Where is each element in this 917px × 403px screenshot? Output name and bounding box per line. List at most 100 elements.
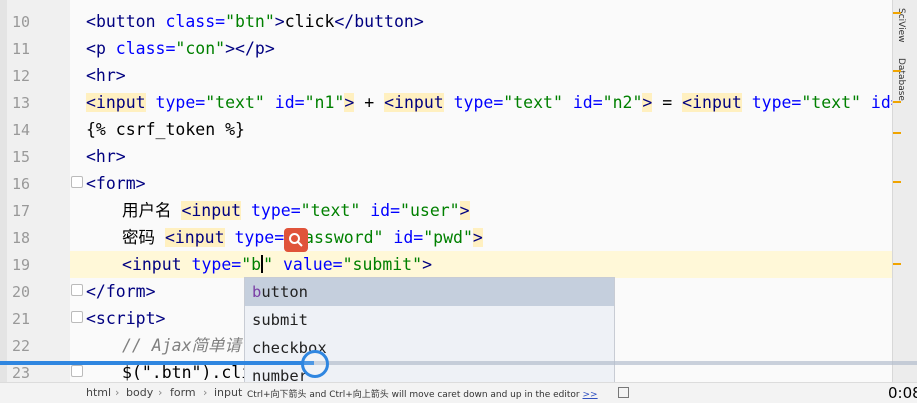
line-number: 15 xyxy=(12,148,31,166)
bracket: < xyxy=(384,93,395,112)
video-timestamp: 0:08 xyxy=(888,384,917,402)
tag-name: input xyxy=(131,255,182,274)
attr-value: "btn" xyxy=(225,12,275,31)
line-number: 21 xyxy=(12,310,31,328)
line-number: 12 xyxy=(12,67,31,85)
match-prefix: b xyxy=(252,283,262,301)
attr-name: type= xyxy=(224,228,285,247)
line-number: 16 xyxy=(12,175,31,193)
breadcrumb-item[interactable]: body xyxy=(126,386,153,399)
editor-hint: Ctrl+向下箭头 and Ctrl+向上箭头 will move caret … xyxy=(247,387,598,400)
bracket: > xyxy=(472,228,483,247)
scroll-marker[interactable] xyxy=(893,70,901,72)
bracket: > xyxy=(344,93,355,112)
breadcrumb-separator: › xyxy=(158,386,163,399)
bracket: </ xyxy=(334,12,355,31)
item-prefix: check xyxy=(252,339,299,357)
scroll-marker[interactable] xyxy=(893,263,901,265)
bracket: > xyxy=(225,39,236,58)
popup-settings-icon[interactable] xyxy=(618,387,629,398)
bracket: < xyxy=(181,201,192,220)
bracket: > xyxy=(642,93,653,112)
scroll-marker[interactable] xyxy=(893,12,901,14)
code-line-10: <button class="btn">click</button> xyxy=(86,8,424,35)
code-line-13: <input type="text" id="n1"> + <input typ… xyxy=(86,89,901,116)
attr-value: "n2" xyxy=(602,93,643,112)
video-progress-fill xyxy=(0,361,314,365)
bracket: > xyxy=(413,12,424,31)
gutter-edge xyxy=(0,0,7,402)
bracket: < xyxy=(164,228,175,247)
tag-name: button xyxy=(95,12,156,31)
autocomplete-item[interactable]: submit xyxy=(245,306,614,334)
code-line-21: <script> xyxy=(86,309,166,328)
tag-name: button xyxy=(354,12,414,31)
breadcrumb-item[interactable]: form xyxy=(170,386,196,399)
attr-name: type= xyxy=(241,201,301,220)
line-number: 11 xyxy=(12,40,31,58)
scroll-marker[interactable] xyxy=(893,132,901,134)
video-scrub-knob[interactable] xyxy=(301,350,329,378)
code-line-11: <p class="con"></p> xyxy=(86,35,275,62)
attr-value: " xyxy=(263,255,274,274)
line-number: 19 xyxy=(12,256,31,274)
text-content: 密码 xyxy=(122,228,165,247)
text-content: 用户名 xyxy=(122,201,182,220)
attr-value: "n1" xyxy=(304,93,345,112)
tag-name: input xyxy=(394,93,444,112)
line-number: 22 xyxy=(12,337,31,355)
breadcrumb-separator: › xyxy=(115,386,120,399)
bracket: > xyxy=(459,201,470,220)
item-prefix: sub xyxy=(252,311,280,329)
line-number: 14 xyxy=(12,121,31,139)
code-line-20: </form> xyxy=(86,282,156,301)
right-tool-strip: SciView Database xyxy=(892,0,917,402)
bracket: < xyxy=(86,39,96,58)
autocomplete-popup[interactable]: button submit checkbox number xyxy=(244,277,615,391)
bracket: > xyxy=(274,12,285,31)
attr-value: "user" xyxy=(400,201,460,220)
attr-name: id= xyxy=(562,93,603,112)
attr-value: "con" xyxy=(175,39,226,58)
attr-name: type= xyxy=(181,255,242,274)
attr-value: "submit" xyxy=(342,255,423,274)
attr-name: type= xyxy=(443,93,504,112)
hint-link[interactable]: >> xyxy=(583,390,598,400)
line-number: 13 xyxy=(12,94,31,112)
text-content: + xyxy=(354,93,385,112)
scroll-marker[interactable] xyxy=(893,101,901,103)
code-line-14: {% csrf_token %} xyxy=(86,120,245,139)
bracket: < xyxy=(86,12,96,31)
attr-name: id= xyxy=(383,228,424,247)
attr-value: "pwd" xyxy=(423,228,473,247)
text-content: = xyxy=(652,93,683,112)
attr-value: "text" xyxy=(503,93,563,112)
breadcrumb-separator: › xyxy=(203,386,208,399)
text-content: click xyxy=(284,12,335,31)
attr-value: "b xyxy=(241,255,262,274)
video-progress-bar[interactable] xyxy=(0,361,917,365)
attr-name: type= xyxy=(145,93,206,112)
search-overlay-icon[interactable] xyxy=(284,228,308,252)
attr-name: id= xyxy=(264,93,305,112)
database-tab[interactable]: Database xyxy=(896,58,906,101)
line-number: 20 xyxy=(12,283,31,301)
line-number: 17 xyxy=(12,202,31,220)
scroll-marker[interactable] xyxy=(893,181,901,183)
bracket: > xyxy=(422,255,432,274)
autocomplete-item[interactable]: checkbox xyxy=(245,334,614,362)
status-bar: html › body › form › input Ctrl+向下箭头 and… xyxy=(0,382,917,403)
tag-name: p xyxy=(95,39,106,58)
item-rest: utton xyxy=(261,283,309,301)
bracket: > xyxy=(264,39,275,58)
hint-text: Ctrl+向下箭头 and Ctrl+向上箭头 will move caret … xyxy=(247,390,580,400)
bracket: < xyxy=(122,255,132,274)
attr-name: id= xyxy=(360,201,401,220)
breadcrumb-item[interactable]: input xyxy=(214,386,242,399)
attr-name: value= xyxy=(273,255,343,274)
code-line-12: <hr> xyxy=(86,66,126,85)
code-line-17: 用户名 <input type="text" id="user"> xyxy=(122,197,470,224)
tag-name: input xyxy=(692,93,742,112)
breadcrumb-item[interactable]: html xyxy=(86,386,111,399)
autocomplete-item[interactable]: button xyxy=(245,278,614,306)
